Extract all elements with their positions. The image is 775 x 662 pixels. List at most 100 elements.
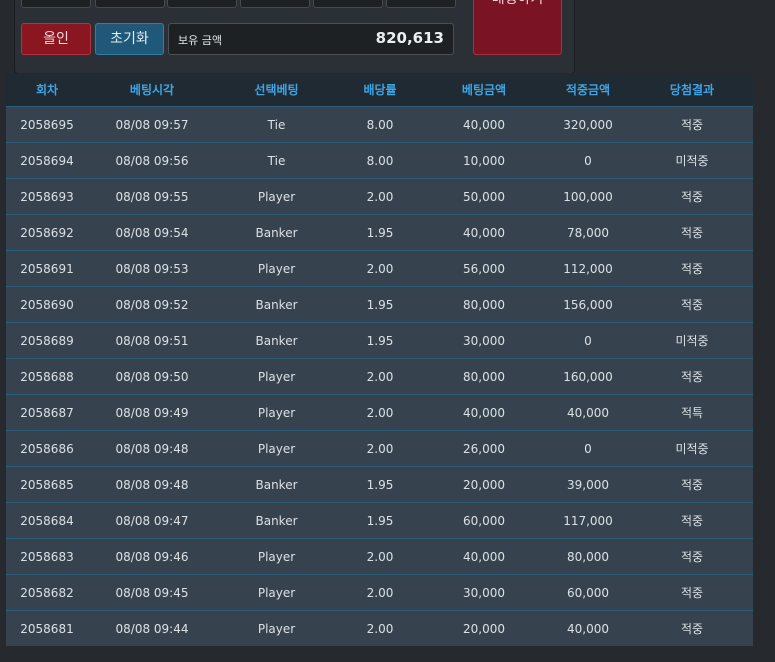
payout-cell: 40,000 [545, 610, 631, 646]
round-cell: 2058683 [6, 538, 88, 575]
result-cell: 적중 [631, 178, 753, 215]
payout-cell: 320,000 [545, 106, 631, 143]
round-cell: 2058695 [6, 106, 88, 143]
result-cell: 적중 [631, 466, 753, 503]
result-cell: 적특 [631, 394, 753, 431]
payout-cell: 39,000 [545, 466, 631, 503]
bet-time-cell: 08/08 09:56 [88, 142, 216, 179]
chip-button-4[interactable]: 50,000 [240, 0, 310, 8]
round-cell: 2058681 [6, 610, 88, 646]
result-cell: 적중 [631, 358, 753, 395]
bet-time-cell: 08/08 09:45 [88, 574, 216, 611]
balance-value: 820,613 [375, 29, 444, 47]
selection-cell: Player [216, 574, 337, 611]
bet-time-cell: 08/08 09:57 [88, 106, 216, 143]
bet-amount-cell: 80,000 [423, 286, 545, 323]
result-cell: 미적중 [631, 142, 753, 179]
bet-time-cell: 08/08 09:55 [88, 178, 216, 215]
table-header-row: 회차 베팅시각 선택베팅 배당률 베팅금액 적중금액 당첨결과 [6, 73, 753, 107]
odds-cell: 2.00 [337, 358, 423, 395]
chip-button-5[interactable]: 100,000 [313, 0, 383, 8]
bet-time-cell: 08/08 09:48 [88, 466, 216, 503]
odds-cell: 2.00 [337, 574, 423, 611]
odds-cell: 8.00 [337, 142, 423, 179]
odds-cell: 1.95 [337, 502, 423, 539]
payout-cell: 0 [545, 430, 631, 467]
round-cell: 2058691 [6, 250, 88, 287]
selection-cell: Player [216, 250, 337, 287]
selection-cell: Banker [216, 322, 337, 359]
bet-time-cell: 08/08 09:50 [88, 358, 216, 395]
table-row: 2058686 08/08 09:48 Player 2.00 26,000 0 미적중 [6, 430, 753, 467]
selection-cell: Player [216, 358, 337, 395]
bet-amount-cell: 30,000 [423, 322, 545, 359]
selection-cell: Banker [216, 286, 337, 323]
odds-cell: 8.00 [337, 106, 423, 143]
table-row: 2058692 08/08 09:54 Banker 1.95 40,000 78,000… [6, 214, 753, 251]
odds-cell: 1.95 [337, 466, 423, 503]
col-bet-amount: 베팅금액 [423, 73, 545, 107]
col-result: 당첨결과 [631, 73, 753, 107]
bet-time-cell: 08/08 09:51 [88, 322, 216, 359]
chip-button-1[interactable]: 1,000 [21, 0, 91, 8]
payout-cell: 80,000 [545, 538, 631, 575]
allin-button[interactable]: 올인 [21, 23, 91, 55]
table-row: 2058690 08/08 09:52 Banker 1.95 80,000 156,00… [6, 286, 753, 323]
table-row: 2058695 08/08 09:57 Tie 8.00 40,000 320,000 적중 [6, 106, 753, 143]
payout-cell: 160,000 [545, 358, 631, 395]
payout-cell: 60,000 [545, 574, 631, 611]
bet-time-cell: 08/08 09:48 [88, 430, 216, 467]
payout-cell: 112,000 [545, 250, 631, 287]
selection-cell: Banker [216, 214, 337, 251]
selection-cell: Player [216, 394, 337, 431]
selection-cell: Player [216, 430, 337, 467]
bet-amount-cell: 40,000 [423, 106, 545, 143]
result-cell: 적중 [631, 502, 753, 539]
bet-amount-cell: 20,000 [423, 466, 545, 503]
chip-button-2[interactable]: 5,000 [95, 0, 165, 8]
chip-button-3[interactable]: 10,000 [167, 0, 237, 8]
bet-amount-cell: 26,000 [423, 430, 545, 467]
result-cell: 적중 [631, 574, 753, 611]
result-cell: 적중 [631, 250, 753, 287]
bet-time-cell: 08/08 09:53 [88, 250, 216, 287]
table-row: 2058682 08/08 09:45 Player 2.00 30,000 60,000… [6, 574, 753, 611]
bet-amount-cell: 50,000 [423, 178, 545, 215]
result-cell: 적중 [631, 538, 753, 575]
bet-amount-cell: 10,000 [423, 142, 545, 179]
selection-cell: Player [216, 538, 337, 575]
result-cell: 미적중 [631, 430, 753, 467]
round-cell: 2058684 [6, 502, 88, 539]
payout-cell: 0 [545, 322, 631, 359]
table-row: 2058691 08/08 09:53 Player 2.00 56,000 112,00… [6, 250, 753, 287]
odds-cell: 2.00 [337, 250, 423, 287]
odds-cell: 2.00 [337, 178, 423, 215]
chip-button-6[interactable]: 1,000,000 [386, 0, 456, 8]
result-cell: 적중 [631, 286, 753, 323]
col-round: 회차 [6, 73, 88, 107]
round-cell: 2058686 [6, 430, 88, 467]
payout-cell: 78,000 [545, 214, 631, 251]
round-cell: 2058682 [6, 574, 88, 611]
table-row: 2058684 08/08 09:47 Banker 1.95 60,000 117,00… [6, 502, 753, 539]
table-row: 2058688 08/08 09:50 Player 2.00 80,000 160,00… [6, 358, 753, 395]
bet-amount-cell: 30,000 [423, 574, 545, 611]
payout-cell: 40,000 [545, 394, 631, 431]
odds-cell: 2.00 [337, 394, 423, 431]
bet-history-table: 회차 베팅시각 선택베팅 배당률 베팅금액 적중금액 당첨결과 2058695 0… [6, 73, 753, 646]
bet-amount-cell: 40,000 [423, 538, 545, 575]
result-cell: 적중 [631, 106, 753, 143]
payout-cell: 0 [545, 142, 631, 179]
table-row: 2058694 08/08 09:56 Tie 8.00 10,000 0 미적중 [6, 142, 753, 179]
bet-amount-cell: 60,000 [423, 502, 545, 539]
round-cell: 2058685 [6, 466, 88, 503]
selection-cell: Tie [216, 142, 337, 179]
bet-time-cell: 08/08 09:52 [88, 286, 216, 323]
odds-cell: 2.00 [337, 430, 423, 467]
bet-amount-cell: 56,000 [423, 250, 545, 287]
table-row: 2058689 08/08 09:51 Banker 1.95 30,000 0 미적중 [6, 322, 753, 359]
reset-button[interactable]: 초기화 [95, 23, 164, 55]
table-row: 2058693 08/08 09:55 Player 2.00 50,000 100,00… [6, 178, 753, 215]
bet-amount-cell: 40,000 [423, 394, 545, 431]
place-bet-button[interactable]: 배팅하기 [473, 0, 562, 55]
